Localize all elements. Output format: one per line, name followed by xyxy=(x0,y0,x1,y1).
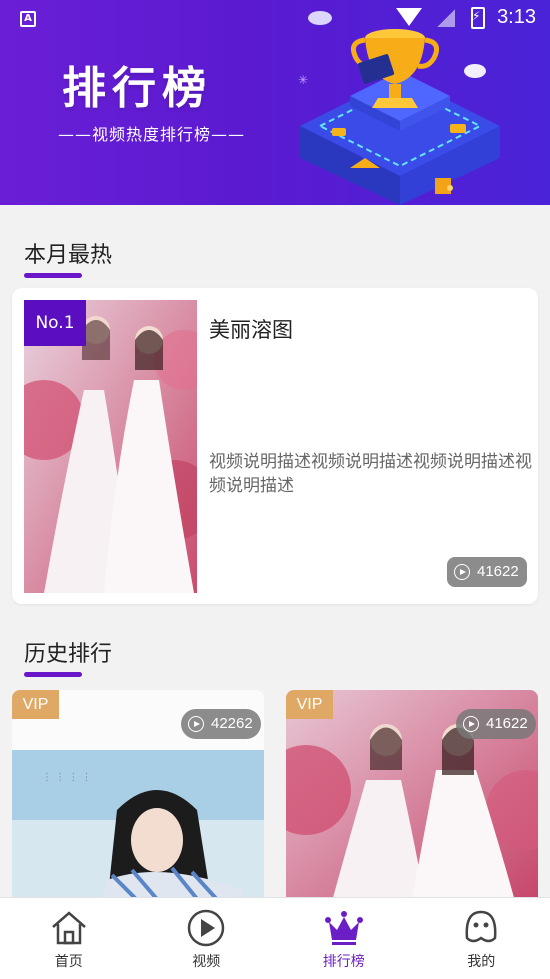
play-count-badge: 41622 xyxy=(447,557,527,587)
play-count-value: 42262 xyxy=(211,715,253,732)
app-notification-icon: A xyxy=(20,11,36,27)
rank-badge: No.1 xyxy=(24,300,86,346)
play-circle-icon xyxy=(463,716,479,732)
nav-item-home[interactable]: 首页 xyxy=(0,898,138,979)
page-subtitle: ——视频热度排行榜—— xyxy=(58,125,246,144)
play-circle-icon xyxy=(188,716,204,732)
nav-label: 首页 xyxy=(54,954,83,970)
nav-label: 排行榜 xyxy=(322,954,365,970)
home-icon xyxy=(51,911,86,945)
section-title-monthly: 本月最热 xyxy=(24,243,113,268)
featured-video-title: 美丽溶图 xyxy=(209,318,293,342)
section-underline xyxy=(24,273,82,278)
video-play-icon xyxy=(188,909,225,947)
page-title: 排行榜 xyxy=(62,63,212,114)
nav-label: 视频 xyxy=(192,954,221,970)
play-count-value: 41622 xyxy=(477,563,519,580)
header-banner: A 3:13 排行榜 ——视频热度排行榜—— ✳ xyxy=(0,0,550,205)
play-circle-icon xyxy=(454,564,470,580)
nav-label: 我的 xyxy=(467,954,496,970)
section-underline xyxy=(24,672,82,677)
vip-badge: VIP xyxy=(12,690,59,719)
crown-icon xyxy=(324,911,363,945)
profile-icon xyxy=(465,910,497,943)
featured-video-card[interactable]: No.1 美丽溶图 视频说明描述视频说明描述视频说明描述视频说明描述 41622 xyxy=(12,288,538,604)
section-title-history: 历史排行 xyxy=(24,642,113,667)
nav-item-ranking[interactable]: 排行榜 xyxy=(275,898,413,979)
bottom-navigation: 首页 视频 排行榜 我的 xyxy=(0,897,550,979)
nav-item-profile[interactable]: 我的 xyxy=(413,898,550,979)
trophy-illustration: ✳ xyxy=(298,11,500,205)
nav-item-video[interactable]: 视频 xyxy=(138,898,276,979)
featured-video-thumbnail[interactable]: No.1 xyxy=(24,300,197,593)
play-count-value: 41622 xyxy=(486,715,528,732)
play-count-badge: 41622 xyxy=(456,709,536,739)
history-video-card[interactable]: ⋮ ⋮ ⋮ ⋮ VIP 42262 xyxy=(12,690,264,905)
svg-text:✳: ✳ xyxy=(298,73,308,87)
play-count-badge: 42262 xyxy=(181,709,261,739)
vip-badge: VIP xyxy=(286,690,333,719)
svg-text:⋮ ⋮ ⋮ ⋮: ⋮ ⋮ ⋮ ⋮ xyxy=(42,772,92,783)
featured-video-description: 视频说明描述视频说明描述视频说明描述视频说明描述 xyxy=(209,452,532,496)
history-video-card[interactable]: VIP 41622 xyxy=(286,690,538,905)
